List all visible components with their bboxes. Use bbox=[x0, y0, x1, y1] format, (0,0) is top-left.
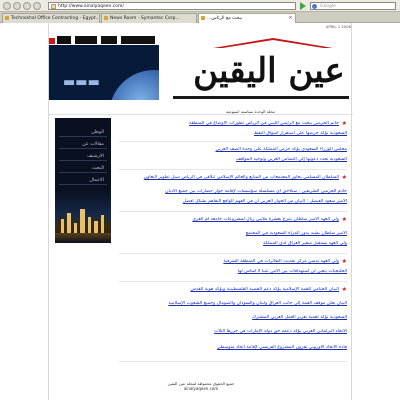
tab-label: Technoshal Office Contracting - Egypt... bbox=[11, 16, 100, 21]
news-link[interactable]: خادم الحرمين الشريفين : ستلاحق أي مسلسلة… bbox=[119, 189, 347, 195]
news-link[interactable]: ★ خاتم الحرمين يبحث مع الرئيس الليبي في ا… bbox=[119, 121, 347, 127]
tab-technoshal[interactable]: Technoshal Office Contracting - Egypt... bbox=[2, 13, 100, 23]
site-header: ▬▬▬ عين اليقين bbox=[49, 30, 353, 108]
sidebar-menu: الوطن مقالات عن الارشيف البحث الاعمال bbox=[55, 118, 111, 243]
news-link[interactable]: الأمير سعود الفيصل : البيان من الحوار ال… bbox=[119, 199, 347, 205]
footer-site: ainalyaqeen.com bbox=[183, 386, 219, 391]
go-arrow-icon[interactable] bbox=[300, 2, 306, 10]
star-icon: ★ bbox=[341, 175, 347, 181]
tab-bar: Technoshal Office Contracting - Egypt...… bbox=[0, 12, 400, 23]
sidebar-item-search[interactable]: البحث bbox=[59, 164, 107, 173]
news-link[interactable]: ولي العهد يستقبل سفير العراق لدى المملكة bbox=[119, 241, 347, 247]
site-logo[interactable]: عين اليقين bbox=[173, 34, 349, 102]
news-link[interactable]: الأمير سلطان يشيد بدور المرأة السعودية ف… bbox=[119, 231, 347, 237]
logo-text: عين اليقين bbox=[193, 51, 345, 91]
sidebar-item-archive[interactable]: الارشيف bbox=[59, 152, 107, 161]
star-icon: ★ bbox=[341, 287, 347, 293]
header-banner-image: ▬▬▬ bbox=[49, 30, 159, 100]
tab-label: ...بيحث مع الرئاس bbox=[207, 16, 243, 21]
sidebar-item-articles[interactable]: مقالات عن bbox=[59, 140, 107, 149]
news-link[interactable]: البيان يعلن موقف القمة إلى جانب العراق و… bbox=[119, 301, 347, 307]
url-text: http://www.ainalyaqeen.com/ bbox=[58, 4, 124, 9]
star-icon: ★ bbox=[341, 121, 347, 127]
address-toolbar: http://www.ainalyaqeen.com/ Google bbox=[0, 0, 400, 12]
search-input[interactable]: Google bbox=[310, 2, 396, 10]
news-link[interactable]: ★ السلطان المسلمي بحاور المجتمعات من المن… bbox=[119, 175, 347, 181]
news-link[interactable]: مجلس الوزراء السعودي يؤكد حرص المملكة عل… bbox=[119, 147, 347, 153]
url-input[interactable]: http://www.ainalyaqeen.com/ bbox=[48, 2, 296, 10]
reload-button[interactable] bbox=[23, 2, 31, 10]
search-placeholder: Google bbox=[320, 4, 336, 9]
logo-roof-icon bbox=[213, 38, 333, 48]
section-title: مجلة الوحدة سياسية اسبوعية bbox=[49, 108, 353, 115]
news-link[interactable]: السعودية تؤكد حرصها على استقرار أسواق ال… bbox=[119, 131, 347, 137]
web-page: APRIL 1 2006 ▬▬▬ عين اليقين مجلة الوحدة … bbox=[48, 23, 353, 400]
tab-symantec[interactable]: News Room - Symantec Corp... bbox=[101, 13, 197, 23]
back-button[interactable] bbox=[3, 2, 11, 10]
news-link[interactable]: الاتحاد البرلماني العربي يؤكد دعمه حق دو… bbox=[119, 329, 347, 335]
sidebar-item-business[interactable]: الاعمال bbox=[59, 176, 107, 185]
tab-ainalyaqeen[interactable]: ...بيحث مع الرئاس × bbox=[198, 13, 296, 23]
google-icon bbox=[312, 4, 317, 9]
forward-button[interactable] bbox=[13, 2, 21, 10]
news-link[interactable]: السعودية تجدد دعوتها إلى التضامن العربي … bbox=[119, 157, 347, 163]
date-label: APRIL 1 2006 bbox=[325, 24, 351, 29]
news-link[interactable]: ★ البيان الختامي للقمة الإسلامية يؤكد دعم… bbox=[119, 287, 347, 293]
news-list: ★ خاتم الحرمين يبحث مع الرئيس الليبي في ا… bbox=[119, 117, 347, 400]
star-icon: ★ bbox=[341, 259, 347, 265]
site-favicon-icon bbox=[51, 4, 56, 9]
city-skyline-image bbox=[55, 190, 111, 243]
tab-favicon-icon bbox=[201, 16, 205, 20]
tab-favicon-icon bbox=[5, 16, 9, 20]
news-link[interactable]: السعودية تؤكد أهمية تعزيز العمل العربي ا… bbox=[119, 315, 347, 321]
close-icon[interactable]: × bbox=[288, 16, 293, 21]
home-button[interactable] bbox=[33, 2, 41, 10]
sidebar-item-home[interactable]: الوطن bbox=[59, 128, 107, 137]
news-link[interactable]: الخليجيات يتعين لن استهدافات بين الأمن ت… bbox=[119, 269, 347, 275]
news-link[interactable]: قادة الاتحاد الأوروبي يقرون المشروع الفر… bbox=[119, 345, 347, 351]
star-icon: ★ bbox=[341, 217, 347, 223]
page-footer: جميع الحقوق محفوظة لمجلة عين اليقين aina… bbox=[49, 381, 353, 395]
tab-favicon-icon bbox=[104, 16, 108, 20]
news-link[interactable]: ★ ولي العهد يدشن مركز تحديث الطائرات في ا… bbox=[119, 259, 347, 265]
news-link[interactable]: ★ ولي العهد الأمير سلطان يتبرع بعشرة ملاي… bbox=[119, 217, 347, 223]
tab-label: News Room - Symantec Corp... bbox=[110, 16, 180, 21]
